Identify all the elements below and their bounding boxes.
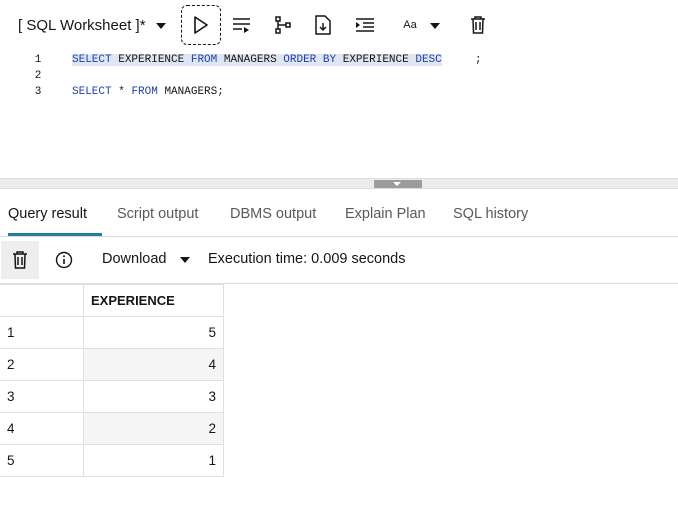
experience-cell[interactable]: 5 — [83, 316, 224, 349]
experience-cell[interactable]: 4 — [83, 348, 224, 381]
trash-icon — [471, 16, 485, 34]
explain-plan-button[interactable] — [263, 5, 303, 45]
font-size-chevron-icon[interactable] — [430, 23, 440, 29]
pane-splitter[interactable] — [0, 178, 678, 189]
tab-sql-history[interactable]: SQL history — [453, 195, 528, 236]
tab-script-output[interactable]: Script output — [117, 195, 198, 236]
row-number: 2 — [0, 348, 84, 381]
tab-dbms-output[interactable]: DBMS output — [230, 195, 316, 236]
column-header-experience[interactable]: EXPERIENCE — [83, 284, 224, 317]
code-line[interactable]: SELECT EXPERIENCE FROM MANAGERS ORDER BY… — [72, 54, 442, 66]
autotrace-button[interactable] — [303, 5, 343, 45]
row-number: 4 — [0, 412, 84, 445]
row-number: 5 — [0, 444, 84, 477]
table-row[interactable]: 2 4 — [0, 348, 224, 381]
trash-icon — [13, 251, 27, 269]
download-chevron-icon[interactable] — [180, 257, 190, 263]
editor-line: 1 SELECT EXPERIENCE FROM MANAGERS ORDER … — [0, 54, 678, 70]
info-icon — [55, 251, 73, 269]
table-header-row: EXPERIENCE — [0, 284, 224, 317]
explain-plan-icon — [275, 16, 291, 34]
row-number: 1 — [0, 316, 84, 349]
script-run-icon — [315, 15, 331, 35]
format-icon — [233, 18, 250, 33]
run-statement-button[interactable] — [181, 5, 221, 45]
editor-line: 2 — [0, 70, 678, 86]
execution-time: Execution time: 0.009 seconds — [208, 251, 406, 267]
worksheet-title[interactable]: [ SQL Worksheet ]* — [18, 17, 146, 34]
experience-cell[interactable]: 3 — [83, 380, 224, 413]
tab-query-result[interactable]: Query result — [8, 195, 102, 236]
worksheet-toolbar: [ SQL Worksheet ]* Aa — [0, 0, 678, 52]
result-grid: EXPERIENCE 1 5 2 4 3 3 4 2 5 1 — [0, 284, 224, 477]
chevron-down-icon[interactable] — [156, 23, 166, 29]
collapse-arrow-icon — [393, 182, 401, 186]
info-button[interactable] — [45, 241, 83, 279]
line-number: 1 — [34, 54, 42, 66]
experience-cell[interactable]: 1 — [83, 444, 224, 477]
font-size-button[interactable]: Aa — [390, 5, 430, 45]
table-row[interactable]: 5 1 — [0, 444, 224, 477]
font-size-icon: Aa — [403, 19, 417, 31]
sql-editor[interactable]: 1 SELECT EXPERIENCE FROM MANAGERS ORDER … — [0, 52, 678, 177]
editor-line: 3 SELECT * FROM MANAGERS; — [0, 86, 678, 102]
table-row[interactable]: 4 2 — [0, 412, 224, 445]
experience-cell[interactable]: 2 — [83, 412, 224, 445]
line-number: 2 — [34, 70, 42, 82]
line-number: 3 — [34, 86, 42, 98]
indent-icon — [356, 18, 374, 32]
output-tabs: Query result Script output DBMS output E… — [0, 195, 678, 237]
run-script-button[interactable] — [222, 5, 262, 45]
run-icon — [194, 16, 208, 34]
results-toolbar: Download Execution time: 0.009 seconds — [0, 237, 678, 284]
code-line[interactable]: SELECT * FROM MANAGERS; — [72, 86, 224, 98]
table-row[interactable]: 1 5 — [0, 316, 224, 349]
row-number-header — [0, 284, 84, 317]
table-row[interactable]: 3 3 — [0, 380, 224, 413]
splitter-handle[interactable] — [374, 180, 422, 188]
row-number: 3 — [0, 380, 84, 413]
download-button[interactable]: Download — [102, 251, 167, 267]
tab-explain-plan[interactable]: Explain Plan — [345, 195, 426, 236]
indent-button[interactable] — [345, 5, 385, 45]
clear-button[interactable] — [458, 5, 498, 45]
clear-results-button[interactable] — [1, 241, 39, 279]
